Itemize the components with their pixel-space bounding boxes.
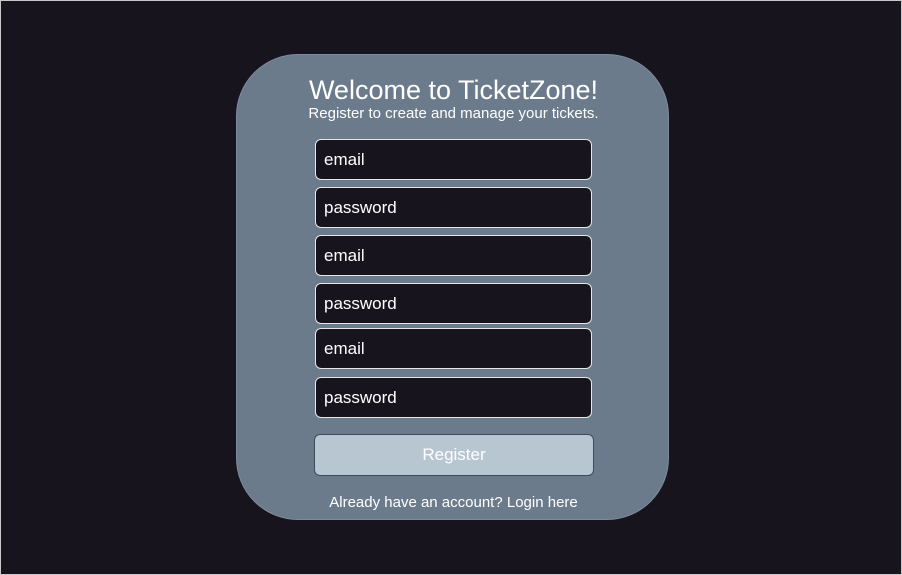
- password-field-1[interactable]: [315, 187, 592, 228]
- login-prompt-text: Already have an account?: [329, 494, 507, 511]
- login-prompt: Already have an account? Login here: [237, 494, 670, 512]
- register-card: Welcome to TicketZone! Register to creat…: [236, 54, 669, 520]
- password-field-3[interactable]: [315, 377, 592, 418]
- page-background: Welcome to TicketZone! Register to creat…: [0, 0, 902, 575]
- email-field-2[interactable]: [315, 235, 592, 276]
- password-field-2[interactable]: [315, 283, 592, 324]
- login-link[interactable]: Login here: [507, 494, 578, 511]
- page-title: Welcome to TicketZone!: [237, 73, 670, 107]
- email-field-3[interactable]: [315, 328, 592, 369]
- page-subtitle: Register to create and manage your ticke…: [308, 105, 599, 122]
- email-field-1[interactable]: [315, 139, 592, 180]
- title-text: Welcome to TicketZone!: [308, 75, 599, 105]
- register-button[interactable]: Register: [314, 434, 594, 476]
